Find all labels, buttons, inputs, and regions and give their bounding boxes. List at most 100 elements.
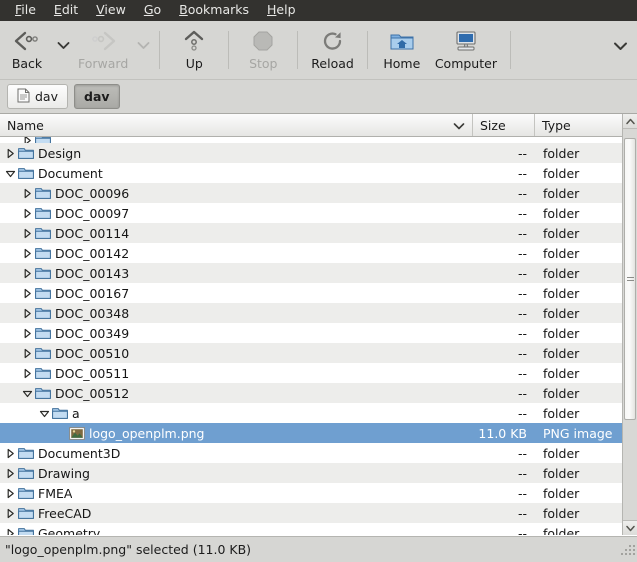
cell-size: -- — [517, 245, 527, 261]
folder-icon — [17, 446, 34, 460]
tree-expand-icon[interactable] — [4, 148, 17, 159]
tree-expand-icon[interactable] — [21, 188, 34, 199]
menu-item-file[interactable]: File — [6, 2, 45, 20]
table-row[interactable]: DOC_00349 -- folder — [0, 323, 622, 343]
file-list-area: Name Size Type Design -- folder Document -- f… — [0, 113, 637, 535]
menu-item-bookmarks[interactable]: Bookmarks — [170, 2, 258, 20]
forward-history-dropdown[interactable] — [134, 21, 152, 79]
tree-expand-icon[interactable] — [4, 528, 17, 535]
row-label: DOC_00510 — [55, 345, 130, 361]
table-row[interactable]: DOC_00096 -- folder — [0, 183, 622, 203]
toolbar-overflow-button[interactable] — [603, 21, 637, 79]
table-row[interactable]: Geometry -- folder — [0, 523, 622, 535]
table-row[interactable]: DOC_00142 -- folder — [0, 243, 622, 263]
breadcrumb-button-1[interactable]: dav — [74, 84, 120, 109]
table-row[interactable]: Document3D -- folder — [0, 443, 622, 463]
tree-expand-icon[interactable] — [21, 308, 34, 319]
tree-expand-icon[interactable] — [21, 348, 34, 359]
cell-type: folder — [543, 305, 580, 321]
table-row[interactable]: FreeCAD -- folder — [0, 503, 622, 523]
row-label: Document3D — [38, 445, 121, 461]
menu-item-go[interactable]: Go — [135, 2, 170, 20]
cell-size: -- — [517, 165, 527, 181]
menu-item-edit[interactable]: Edit — [45, 2, 87, 20]
resize-grip-icon[interactable] — [617, 541, 635, 559]
cell-type: folder — [543, 265, 580, 281]
tree-expand-icon[interactable] — [4, 468, 17, 479]
table-row[interactable]: DOC_00114 -- folder — [0, 223, 622, 243]
table-row[interactable]: DOC_00348 -- folder — [0, 303, 622, 323]
computer-button[interactable]: Computer — [429, 21, 503, 79]
table-row[interactable]: DOC_00510 -- folder — [0, 343, 622, 363]
toolbar-separator — [228, 31, 230, 69]
breadcrumb-label: dav — [84, 89, 110, 104]
table-row-selected[interactable]: logo_openplm.png 11.0 KB PNG image — [0, 423, 622, 443]
home-button[interactable]: Home — [375, 21, 429, 79]
tree-expand-icon[interactable] — [21, 137, 34, 143]
cell-size: -- — [517, 485, 527, 501]
folder-icon — [34, 306, 51, 320]
table-row[interactable]: DOC_00512 -- folder — [0, 383, 622, 403]
tree-expand-icon[interactable] — [21, 208, 34, 219]
tree-expand-icon[interactable] — [21, 368, 34, 379]
forward-button[interactable]: Forward — [72, 21, 134, 79]
tree-collapse-icon[interactable] — [4, 168, 17, 179]
table-row[interactable]: Drawing -- folder — [0, 463, 622, 483]
reload-button-label: Reload — [311, 56, 354, 71]
tree-expand-icon[interactable] — [4, 488, 17, 499]
folder-icon — [34, 206, 51, 220]
back-button[interactable]: Back — [0, 21, 54, 79]
tree-expand-icon[interactable] — [4, 508, 17, 519]
breadcrumb-label: dav — [35, 89, 58, 104]
table-row[interactable]: DOC_00143 -- folder — [0, 263, 622, 283]
table-row[interactable]: FMEA -- folder — [0, 483, 622, 503]
scroll-down-icon[interactable] — [623, 520, 637, 535]
row-label: DOC_00114 — [55, 225, 130, 241]
cell-size: -- — [517, 205, 527, 221]
tree-expand-icon[interactable] — [21, 248, 34, 259]
menu-item-view[interactable]: View — [87, 2, 135, 20]
cell-type: folder — [543, 205, 580, 221]
up-button-label: Up — [185, 56, 203, 71]
toolbar-separator — [509, 31, 511, 69]
table-row[interactable]: DOC_00097 -- folder — [0, 203, 622, 223]
table-row[interactable]: DOC_00167 -- folder — [0, 283, 622, 303]
table-row[interactable]: Design -- folder — [0, 143, 622, 163]
file-rows: Design -- folder Document -- folder DOC_00096 -… — [0, 137, 622, 535]
cell-size: -- — [517, 445, 527, 461]
table-row[interactable]: DOC_00511 -- folder — [0, 363, 622, 383]
scrollbar-thumb[interactable] — [624, 138, 636, 420]
cell-type: folder — [543, 165, 580, 181]
tree-expand-icon[interactable] — [21, 268, 34, 279]
tree-expand-icon[interactable] — [21, 288, 34, 299]
menu-item-help[interactable]: Help — [258, 2, 305, 20]
column-header-type[interactable]: Type — [535, 114, 622, 136]
cell-type: folder — [543, 505, 580, 521]
vertical-scrollbar[interactable] — [622, 114, 637, 535]
back-history-dropdown[interactable] — [54, 21, 72, 79]
tree-expand-icon[interactable] — [21, 228, 34, 239]
table-row[interactable]: Document -- folder — [0, 163, 622, 183]
row-label: FreeCAD — [38, 505, 92, 521]
tree-collapse-icon[interactable] — [21, 388, 34, 399]
up-button[interactable]: Up — [167, 21, 221, 79]
scroll-up-icon[interactable] — [623, 114, 637, 129]
stop-button[interactable]: Stop — [236, 21, 290, 79]
table-row[interactable]: a -- folder — [0, 403, 622, 423]
cell-size: -- — [517, 145, 527, 161]
tree-expand-icon[interactable] — [21, 328, 34, 339]
tree-expand-icon[interactable] — [4, 448, 17, 459]
cell-size: -- — [517, 525, 527, 536]
reload-button[interactable]: Reload — [305, 21, 360, 79]
cell-name: DOC_00348 — [0, 306, 473, 321]
column-header-name[interactable]: Name — [0, 114, 473, 136]
location-bar: dav dav — [0, 80, 637, 113]
cell-name: Drawing — [0, 466, 473, 481]
cell-name: DOC_00143 — [0, 266, 473, 281]
folder-icon — [17, 486, 34, 500]
breadcrumb-button-0[interactable]: dav — [7, 84, 68, 109]
scrollbar-track[interactable] — [623, 129, 637, 520]
cell-size: -- — [517, 505, 527, 521]
tree-collapse-icon[interactable] — [38, 408, 51, 419]
column-header-size[interactable]: Size — [473, 114, 535, 136]
